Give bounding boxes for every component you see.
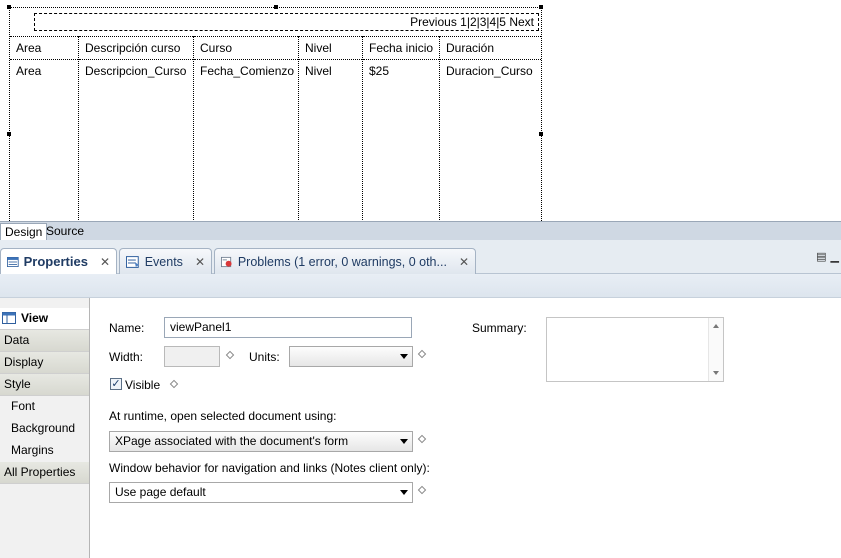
- window-behavior-label: Window behavior for navigation and links…: [109, 461, 430, 475]
- sidebar-item-all-properties[interactable]: All Properties: [0, 462, 89, 484]
- events-icon: [126, 255, 139, 268]
- view-column-area[interactable]: Area Area: [10, 36, 79, 221]
- view-column-duracion[interactable]: Duración Duracion_Curso: [440, 36, 541, 221]
- sidebar-item-view[interactable]: View: [0, 308, 89, 330]
- scroll-up-icon[interactable]: [713, 324, 719, 328]
- tab-properties-label: Properties: [23, 254, 88, 269]
- chevron-down-icon: [400, 490, 408, 495]
- visible-checkbox[interactable]: ✓: [110, 378, 122, 390]
- close-icon[interactable]: ✕: [100, 255, 110, 269]
- chevron-down-icon: [400, 439, 408, 444]
- sidebar-item-margins[interactable]: Margins: [0, 440, 89, 462]
- summary-label: Summary:: [472, 321, 527, 335]
- runtime-open-value: XPage associated with the document's for…: [115, 434, 349, 448]
- column-header: Nivel: [299, 36, 362, 60]
- compute-value-icon[interactable]: [417, 349, 427, 359]
- view-panel-control[interactable]: Previous 1|2|3|4|5 Next Area Area Descri…: [7, 5, 543, 221]
- column-value: Fecha_Comienzo: [200, 64, 295, 78]
- view-icon: [2, 312, 16, 324]
- tab-events[interactable]: Events ✕: [119, 248, 212, 274]
- tab-problems-label: Problems (1 error, 0 warnings, 0 oth...: [237, 254, 447, 269]
- properties-panel: View Data Display Style Font Background …: [0, 298, 841, 558]
- minimize-icon[interactable]: ▁: [831, 250, 839, 263]
- summary-textarea[interactable]: [546, 317, 724, 382]
- compute-value-icon[interactable]: [225, 350, 235, 360]
- view-toolbar: ▤ ▁: [816, 250, 839, 263]
- sidebar-item-style[interactable]: Style: [0, 374, 89, 396]
- name-field[interactable]: viewPanel1: [164, 317, 412, 338]
- pager[interactable]: Previous 1|2|3|4|5 Next: [34, 13, 539, 31]
- visible-label: Visible: [125, 378, 161, 392]
- resize-handle[interactable]: [7, 5, 11, 9]
- sidebar-item-label: View: [21, 311, 49, 325]
- properties-icon: [7, 256, 19, 267]
- units-label: Units:: [249, 350, 280, 364]
- units-select[interactable]: [289, 346, 413, 367]
- column-value: $25: [369, 64, 390, 78]
- editor-tab-bar: Design Source: [0, 221, 841, 241]
- sidebar-item-background[interactable]: Background: [0, 418, 89, 440]
- compute-value-icon[interactable]: [417, 485, 427, 495]
- view-column-nivel[interactable]: Nivel Nivel: [299, 36, 363, 221]
- close-icon[interactable]: ✕: [459, 255, 469, 269]
- column-header: Duración: [440, 36, 541, 60]
- tab-properties[interactable]: Properties ✕: [0, 248, 117, 274]
- sidebar-item-font[interactable]: Font: [0, 396, 89, 418]
- view-column-descripcion[interactable]: Descripción curso Descripcion_Curso: [79, 36, 194, 221]
- sidebar-item-data[interactable]: Data: [0, 330, 89, 352]
- column-value: Descripcion_Curso: [85, 64, 187, 78]
- problems-icon: [221, 256, 232, 267]
- close-icon[interactable]: ✕: [195, 255, 205, 269]
- properties-header: [0, 274, 841, 298]
- runtime-label: At runtime, open selected document using…: [109, 409, 337, 423]
- view-column-fecha[interactable]: Fecha inicio $25: [363, 36, 440, 221]
- column-header: Area: [10, 36, 78, 60]
- resize-handle[interactable]: [539, 5, 543, 9]
- window-behavior-value: Use page default: [115, 485, 206, 499]
- view-menu-icon[interactable]: ▤: [816, 250, 826, 263]
- width-label: Width:: [109, 350, 144, 364]
- scroll-down-icon[interactable]: [713, 371, 719, 375]
- tab-source[interactable]: Source: [42, 223, 88, 241]
- chevron-down-icon: [400, 354, 408, 359]
- width-field[interactable]: [164, 346, 220, 367]
- compute-value-icon[interactable]: [417, 434, 427, 444]
- tab-problems[interactable]: Problems (1 error, 0 warnings, 0 oth... …: [214, 248, 476, 274]
- property-sidebar: View Data Display Style Font Background …: [0, 298, 90, 558]
- column-value: Duracion_Curso: [446, 64, 533, 78]
- tab-events-label: Events: [144, 254, 183, 269]
- view-grid: Area Area Descripción curso Descripcion_…: [10, 36, 541, 221]
- column-header: Curso: [194, 36, 298, 60]
- scrollbar[interactable]: [708, 318, 723, 381]
- view-tab-bar: Properties ✕ Events ✕ Problems (1 error,…: [0, 240, 841, 274]
- design-canvas[interactable]: Previous 1|2|3|4|5 Next Area Area Descri…: [0, 0, 841, 221]
- window-behavior-select[interactable]: Use page default: [109, 482, 413, 503]
- tab-design[interactable]: Design: [0, 223, 48, 241]
- view-column-curso[interactable]: Curso Fecha_Comienzo: [194, 36, 299, 221]
- resize-handle[interactable]: [274, 5, 278, 9]
- runtime-open-select[interactable]: XPage associated with the document's for…: [109, 431, 413, 452]
- compute-value-icon[interactable]: [169, 379, 179, 389]
- column-value: Nivel: [305, 64, 332, 78]
- column-value: Area: [16, 64, 42, 78]
- column-header: Descripción curso: [79, 36, 193, 60]
- name-label: Name:: [109, 321, 145, 335]
- column-header: Fecha inicio: [363, 36, 439, 60]
- sidebar-item-display[interactable]: Display: [0, 352, 89, 374]
